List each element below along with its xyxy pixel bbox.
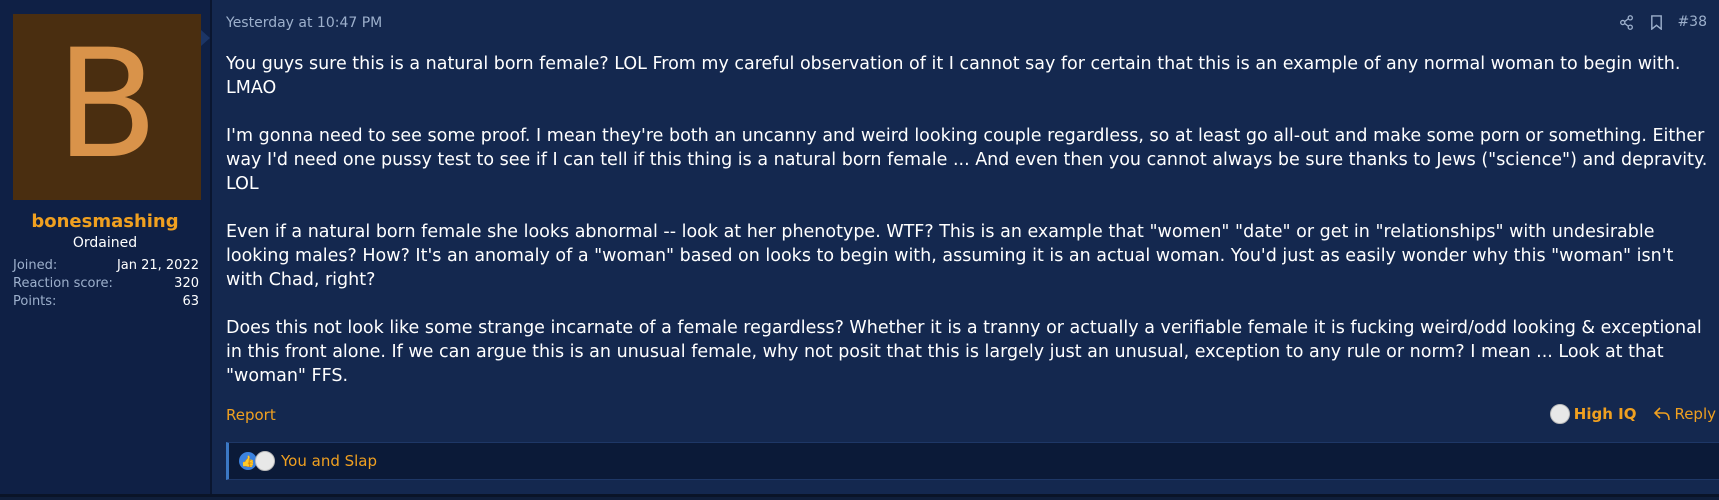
reply-icon bbox=[1654, 407, 1671, 421]
stat-points: Points: 63 bbox=[13, 293, 199, 311]
reaction-button[interactable]: High IQ bbox=[1549, 404, 1637, 424]
avatar[interactable]: B bbox=[13, 14, 201, 200]
stat-label: Points: bbox=[13, 294, 57, 309]
report-link[interactable]: Report bbox=[226, 406, 276, 424]
reaction-icons: 👍 bbox=[239, 451, 275, 471]
stat-value: 320 bbox=[174, 276, 199, 291]
post-main: Yesterday at 10:47 PM #38 You guys sure … bbox=[212, 0, 1719, 494]
reactions-summary-link[interactable]: You and Slap bbox=[281, 452, 377, 470]
message-paragraph: I'm gonna need to see some proof. I mean… bbox=[226, 126, 1708, 194]
post-date-link[interactable]: Yesterday at 10:47 PM bbox=[226, 15, 382, 31]
bookmark-icon[interactable] bbox=[1647, 13, 1665, 31]
user-title: Ordained bbox=[72, 235, 138, 251]
stat-value: 63 bbox=[182, 294, 199, 309]
stat-joined: Joined: Jan 21, 2022 bbox=[13, 257, 199, 275]
stat-label: Joined: bbox=[13, 258, 58, 273]
avatar-letter: B bbox=[55, 18, 159, 192]
reply-button[interactable]: Reply bbox=[1654, 405, 1716, 423]
brain-icon bbox=[255, 451, 275, 471]
stat-reaction-score: Reaction score: 320 bbox=[13, 275, 199, 293]
message-paragraph: Does this not look like some strange inc… bbox=[226, 318, 1702, 386]
user-stats: Joined: Jan 21, 2022 Reaction score: 320… bbox=[13, 257, 199, 311]
avatar-arrow bbox=[201, 30, 210, 46]
stat-label: Reaction score: bbox=[13, 276, 113, 291]
reply-label: Reply bbox=[1674, 405, 1716, 423]
post-number-link[interactable]: #38 bbox=[1677, 14, 1707, 30]
post-header-actions: #38 bbox=[1617, 13, 1707, 31]
share-icon[interactable] bbox=[1617, 13, 1635, 31]
stat-value: Jan 21, 2022 bbox=[116, 258, 199, 273]
username-link[interactable]: bonesmashing bbox=[0, 211, 210, 232]
user-sidebar: B bonesmashing Ordained Joined: Jan 21, … bbox=[0, 0, 212, 494]
post-footer: Report High IQ Reply bbox=[226, 404, 1716, 428]
post-footer-actions: High IQ Reply bbox=[1549, 404, 1716, 424]
brain-icon bbox=[1549, 404, 1570, 424]
reactions-bar[interactable]: 👍 You and Slap bbox=[226, 442, 1719, 480]
reaction-label: High IQ bbox=[1573, 405, 1637, 423]
message-paragraph: Even if a natural born female she looks … bbox=[226, 222, 1674, 290]
post-message: You guys sure this is a natural born fem… bbox=[226, 52, 1716, 412]
post: B bonesmashing Ordained Joined: Jan 21, … bbox=[0, 0, 1719, 497]
message-paragraph: You guys sure this is a natural born fem… bbox=[226, 54, 1681, 98]
